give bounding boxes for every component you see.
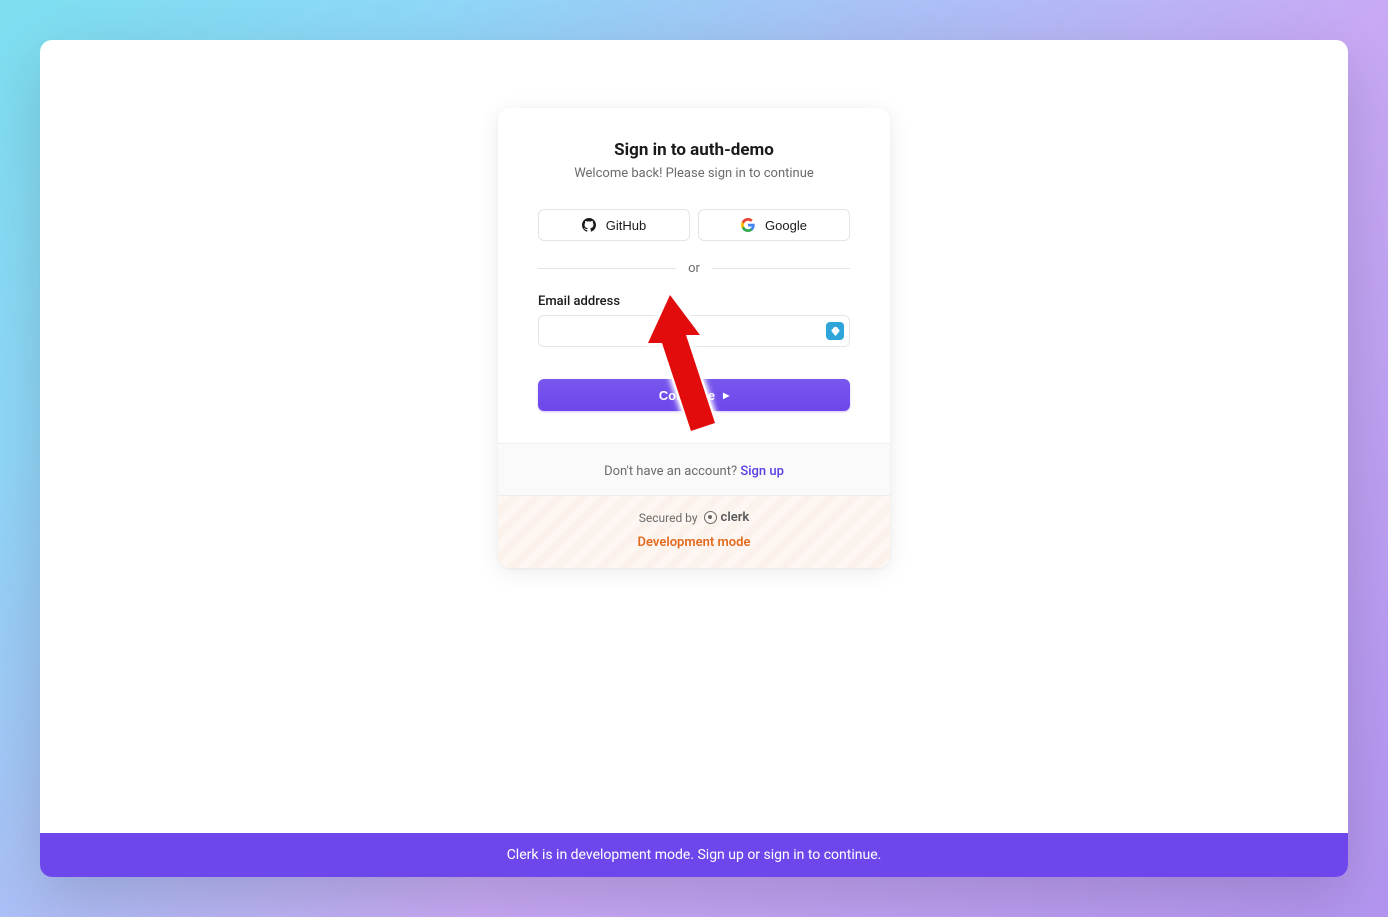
secured-footer: Secured by clerk Development mode	[498, 495, 890, 568]
clerk-logo: clerk	[704, 510, 750, 525]
secured-row: Secured by clerk	[538, 510, 850, 525]
signup-link[interactable]: Sign up	[740, 464, 784, 479]
card-body: Sign in to auth-demo Welcome back! Pleas…	[498, 108, 890, 443]
oauth-buttons: GitHub Google	[538, 209, 850, 241]
no-account-text: Don't have an account?	[604, 464, 740, 479]
status-bar: Clerk is in development mode. Sign up or…	[40, 833, 1348, 877]
card-title: Sign in to auth-demo	[538, 140, 850, 160]
card-header: Sign in to auth-demo Welcome back! Pleas…	[538, 140, 850, 181]
email-input[interactable]	[538, 315, 850, 347]
divider-line-right	[712, 268, 850, 269]
clerk-brand-text: clerk	[721, 510, 750, 525]
signin-card: Sign in to auth-demo Welcome back! Pleas…	[498, 108, 890, 568]
continue-label: Continue	[659, 388, 715, 403]
email-input-wrap	[538, 315, 850, 347]
github-icon	[582, 218, 596, 232]
password-manager-icon[interactable]	[826, 322, 844, 340]
app-window: Sign in to auth-demo Welcome back! Pleas…	[40, 40, 1348, 877]
continue-button[interactable]: Continue ▶	[538, 379, 850, 411]
google-label: Google	[765, 218, 807, 233]
card-subtitle: Welcome back! Please sign in to continue	[538, 166, 850, 181]
caret-right-icon: ▶	[723, 391, 729, 400]
google-oauth-button[interactable]: Google	[698, 209, 850, 241]
content-area: Sign in to auth-demo Welcome back! Pleas…	[40, 40, 1348, 833]
github-oauth-button[interactable]: GitHub	[538, 209, 690, 241]
github-label: GitHub	[606, 218, 646, 233]
divider-text: or	[688, 261, 700, 276]
clerk-logo-icon	[704, 511, 717, 524]
divider: or	[538, 261, 850, 276]
secured-by-text: Secured by	[639, 511, 698, 525]
divider-line-left	[538, 268, 676, 269]
signup-footer: Don't have an account? Sign up	[498, 443, 890, 495]
development-mode-label: Development mode	[538, 535, 850, 550]
status-bar-text: Clerk is in development mode. Sign up or…	[507, 847, 882, 863]
email-label: Email address	[538, 294, 850, 309]
google-icon	[741, 218, 755, 232]
